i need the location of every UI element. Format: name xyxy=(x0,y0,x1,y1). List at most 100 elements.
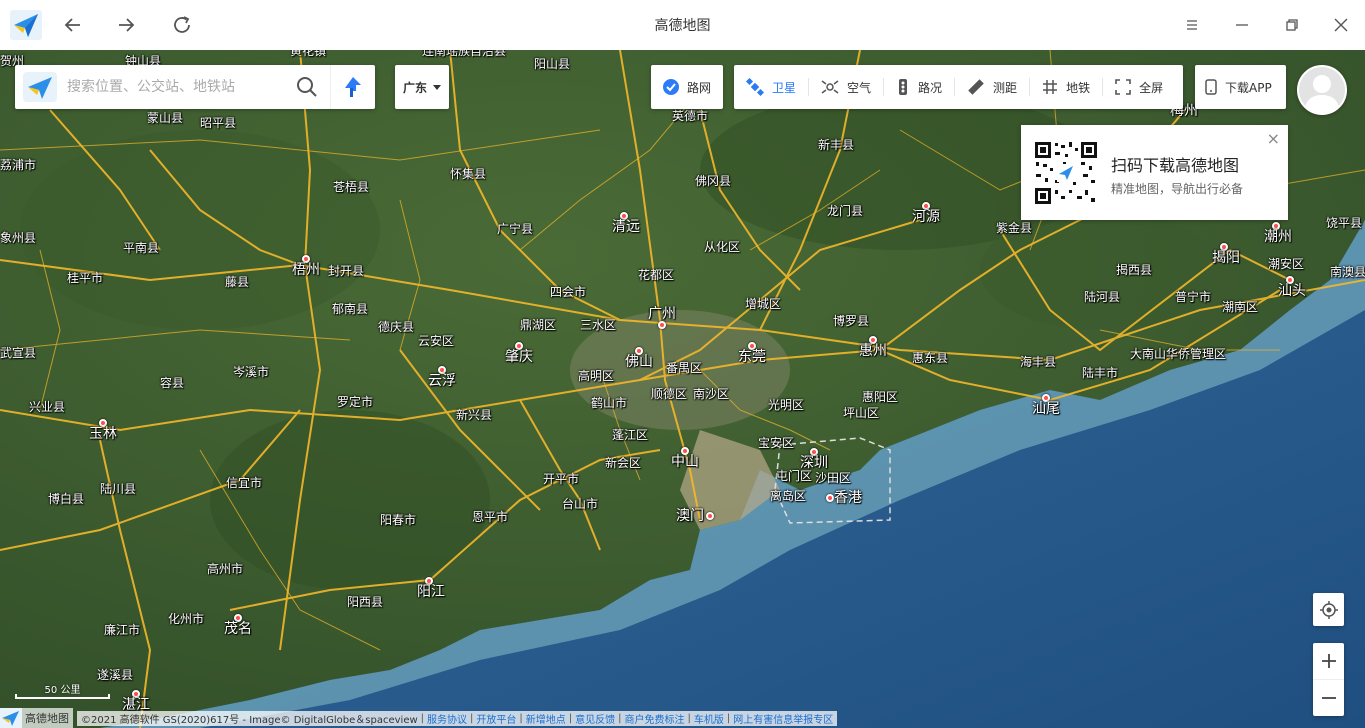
amap-logo-icon xyxy=(10,10,42,40)
locate-button[interactable] xyxy=(1313,593,1344,626)
back-button[interactable] xyxy=(57,9,89,41)
restore-button[interactable] xyxy=(1276,9,1308,41)
satellite-icon xyxy=(746,78,764,96)
air-quality-button[interactable]: 空气 xyxy=(809,65,883,109)
place-label: 荔浦市 xyxy=(0,158,37,172)
place-label: 澳门 xyxy=(676,509,714,523)
qr-code-icon xyxy=(1033,140,1099,206)
place-label: 清远 xyxy=(612,212,640,234)
footer-link[interactable]: 开放平台 xyxy=(476,711,516,726)
place-label: 揭阳 xyxy=(1212,243,1240,265)
road-network-toggle[interactable]: 路网 xyxy=(651,65,723,109)
place-label: 潮安区 xyxy=(1268,257,1305,271)
footer-link[interactable]: 车机版 xyxy=(694,711,724,726)
place-label: 博白县 xyxy=(48,492,85,506)
user-avatar[interactable] xyxy=(1297,65,1347,115)
place-label: 阳西县 xyxy=(347,595,384,609)
traffic-light-icon xyxy=(899,79,908,95)
place-label: 坪山区 xyxy=(843,406,880,420)
place-label: 河源 xyxy=(912,202,940,224)
place-label: 容县 xyxy=(160,376,185,390)
place-label: 广宁县 xyxy=(497,222,534,236)
subway-icon xyxy=(1043,80,1058,94)
place-label: 三水区 xyxy=(580,318,617,332)
place-label: 惠阳区 xyxy=(862,390,899,404)
place-label: 蓬江区 xyxy=(612,428,649,442)
place-label: 化州市 xyxy=(168,612,205,626)
place-label: 佛山 xyxy=(625,347,653,369)
place-label: 顺德区 xyxy=(651,387,688,401)
place-label: 陆川县 xyxy=(100,482,137,496)
place-label: 宝安区 xyxy=(758,436,795,450)
place-label: 南澳县 xyxy=(1330,265,1365,279)
download-app-inner: 下载APP xyxy=(1195,65,1282,109)
footer-link[interactable]: 服务协议 xyxy=(427,711,467,726)
close-icon[interactable]: × xyxy=(1267,131,1280,147)
fullscreen-button[interactable]: 全屏 xyxy=(1103,65,1175,109)
place-label: 茂名 xyxy=(224,614,252,636)
close-icon xyxy=(1334,18,1348,32)
footer-link[interactable]: 意见反馈 xyxy=(575,711,615,726)
place-label: 高州市 xyxy=(207,562,244,576)
locate-icon xyxy=(1319,600,1338,619)
restore-icon xyxy=(1286,19,1298,31)
city-selector[interactable]: 广东 xyxy=(395,65,449,109)
place-label: 鼎湖区 xyxy=(520,318,557,332)
refresh-button[interactable] xyxy=(166,9,198,41)
place-label: 阳江 xyxy=(417,577,445,599)
phone-icon xyxy=(1205,79,1217,95)
route-button[interactable] xyxy=(330,65,375,109)
subway-button[interactable]: 地铁 xyxy=(1030,65,1102,109)
place-label: 龙门县 xyxy=(827,204,864,218)
place-label: 香港 xyxy=(824,491,862,505)
place-label: 普宁市 xyxy=(1175,290,1212,304)
place-label: 中山 xyxy=(671,447,699,469)
close-button[interactable] xyxy=(1325,9,1357,41)
zoom-in-button[interactable] xyxy=(1313,644,1344,680)
place-label: 沙田区 xyxy=(815,471,852,485)
footer-link[interactable]: 网上有害信息举报专区 xyxy=(733,711,833,726)
place-label: 郁南县 xyxy=(332,302,369,316)
download-app-button[interactable]: 下载APP xyxy=(1195,65,1286,109)
ranging-button[interactable]: 测距 xyxy=(955,65,1029,109)
place-label: 佛冈县 xyxy=(695,174,732,188)
qr-card-subtitle: 精准地图，导航出行必备 xyxy=(1111,182,1244,196)
arrow-right-icon xyxy=(119,18,135,32)
title-bar: 高德地图 xyxy=(0,0,1365,50)
place-label: 英德市 xyxy=(672,109,709,123)
place-label: 博罗县 xyxy=(833,314,870,328)
place-label: 新兴县 xyxy=(456,408,493,422)
satellite-button[interactable]: 卫星 xyxy=(734,65,808,109)
footer-brand: 高德地图 xyxy=(0,708,73,728)
traffic-button[interactable]: 路况 xyxy=(884,65,954,109)
minimize-button[interactable] xyxy=(1226,9,1258,41)
place-label: 廉江市 xyxy=(104,623,141,637)
road-network-checkbox[interactable]: 路网 xyxy=(651,65,723,109)
search-input[interactable] xyxy=(67,79,287,95)
window-title: 高德地图 xyxy=(654,18,711,34)
place-label: 信宜市 xyxy=(226,476,263,490)
map-scale: 50 公里 xyxy=(15,680,110,700)
place-label: 兴业县 xyxy=(29,400,66,414)
map-canvas[interactable]: 黄花镇 阳山县 英德市 佛冈县 新丰县 龙门县 河源 紫金县 梅州 饶平县 潮州… xyxy=(0,50,1365,728)
place-label: 饶平县 xyxy=(1326,216,1363,230)
place-label: 武宣县 xyxy=(0,346,37,360)
place-label: 光明区 xyxy=(768,398,805,412)
place-label: 桂平市 xyxy=(67,271,104,285)
city-label: 广东 xyxy=(402,80,427,95)
place-label: 潮南区 xyxy=(1222,300,1259,314)
ruler-icon xyxy=(968,79,984,95)
place-label: 肇庆 xyxy=(505,342,533,364)
place-label: 藤县 xyxy=(225,275,250,289)
place-label: 新丰县 xyxy=(818,138,855,152)
zoom-out-button[interactable] xyxy=(1313,680,1344,716)
place-label: 岑溪市 xyxy=(233,365,270,379)
footer-link[interactable]: 商户免费标注 xyxy=(625,711,685,726)
footer-link[interactable]: 新增地点 xyxy=(526,711,566,726)
forward-button[interactable] xyxy=(110,9,142,41)
place-label: 惠州 xyxy=(859,336,887,358)
menu-button[interactable] xyxy=(1176,9,1208,41)
search-icon[interactable] xyxy=(295,75,319,99)
place-label: 云安区 xyxy=(418,334,455,348)
place-label: 罗定市 xyxy=(337,395,374,409)
